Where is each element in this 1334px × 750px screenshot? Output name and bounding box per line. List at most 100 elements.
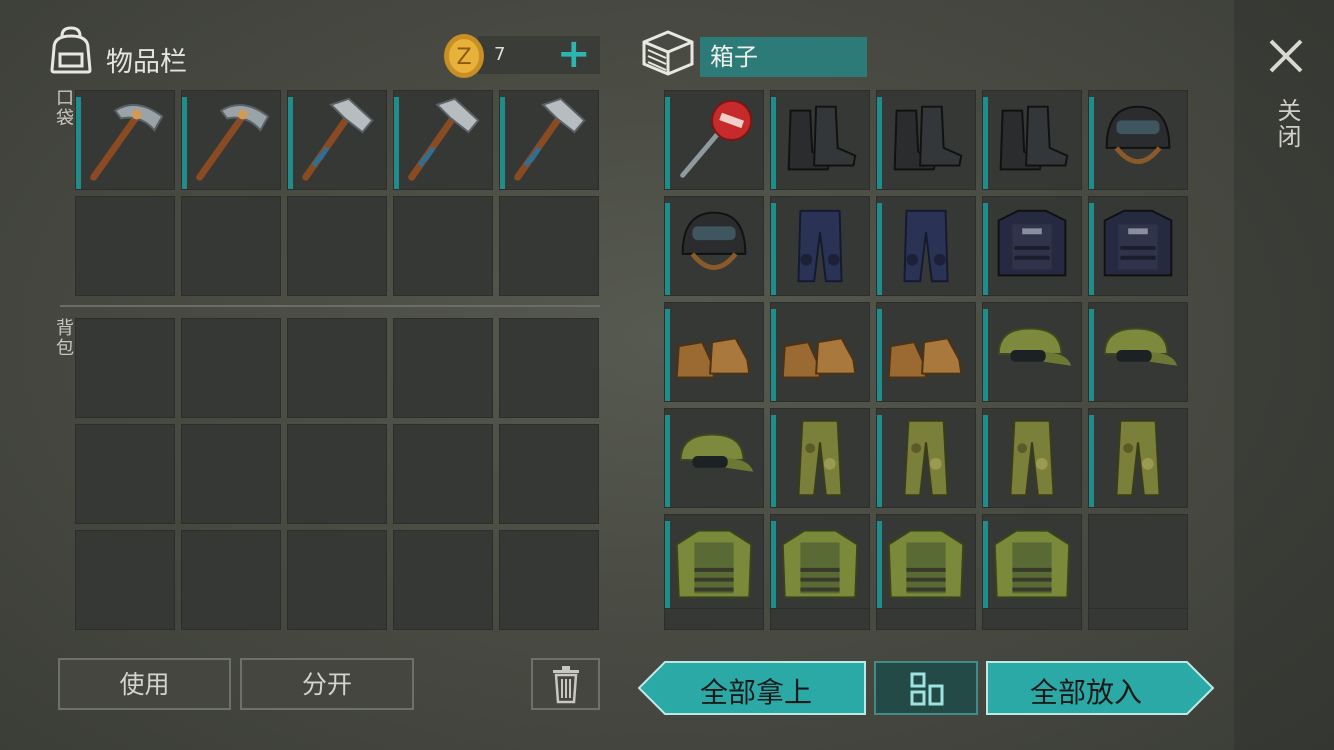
inventory-slot[interactable] (770, 608, 870, 630)
inventory-slot[interactable] (287, 424, 387, 524)
inventory-slot[interactable] (876, 90, 976, 190)
inventory-slot[interactable] (393, 530, 493, 630)
close-label[interactable]: 关闭 (1270, 98, 1305, 150)
inventory-slot[interactable] (75, 424, 175, 524)
tan-boots-icon (675, 337, 751, 379)
inventory-title: 物品栏 (106, 47, 187, 78)
section-divider (60, 305, 600, 307)
box-title: 箱子 (700, 37, 867, 77)
inventory-slot[interactable] (1088, 90, 1188, 190)
inventory-slot[interactable] (664, 408, 764, 508)
inventory-slot[interactable] (287, 318, 387, 418)
inventory-slot[interactable] (770, 196, 870, 296)
inventory-slot[interactable] (664, 196, 764, 296)
inventory-slot[interactable] (499, 424, 599, 524)
inventory-slot[interactable] (75, 318, 175, 418)
inventory-slot[interactable] (664, 302, 764, 402)
pickaxe-icon (90, 104, 164, 181)
inventory-slot[interactable] (287, 530, 387, 630)
police-pants-icon (797, 209, 843, 283)
inventory-slot[interactable] (664, 514, 764, 614)
inventory-slot[interactable] (499, 318, 599, 418)
police-vest-icon (997, 209, 1067, 277)
hammer-icon (302, 97, 374, 181)
inventory-slot[interactable] (181, 90, 281, 190)
inventory-slot[interactable] (982, 302, 1082, 402)
black-boots-icon (893, 105, 963, 171)
stop-sign-icon (680, 99, 753, 178)
inventory-slot[interactable] (664, 90, 764, 190)
pickaxe-icon (196, 104, 270, 181)
box-icon (642, 30, 694, 76)
inventory-slot[interactable] (181, 196, 281, 296)
inventory-slot[interactable] (181, 530, 281, 630)
backpack-grid (75, 318, 599, 630)
camo-pants-icon (1115, 419, 1161, 497)
hammer-icon (514, 97, 586, 181)
inventory-slot[interactable] (1088, 514, 1188, 614)
inventory-slot[interactable] (1088, 408, 1188, 508)
inventory-slot[interactable] (287, 196, 387, 296)
inventory-slot[interactable] (393, 90, 493, 190)
inventory-slot[interactable] (499, 90, 599, 190)
black-helmet-icon (1105, 105, 1171, 164)
inventory-slot[interactable] (876, 196, 976, 296)
camo-jacket-icon (887, 529, 965, 599)
police-vest-icon (1103, 209, 1173, 277)
split-button[interactable]: 分开 (240, 658, 414, 710)
coin-icon: Z (444, 34, 484, 78)
inventory-slot[interactable] (181, 424, 281, 524)
inventory-slot[interactable] (770, 302, 870, 402)
pocket-grid (75, 90, 599, 296)
tan-boots-icon (781, 337, 857, 379)
inventory-slot[interactable] (876, 408, 976, 508)
black-boots-icon (787, 105, 857, 171)
inventory-slot[interactable] (876, 514, 976, 614)
inventory-slot[interactable] (876, 608, 976, 630)
hammer-icon (408, 97, 480, 181)
inventory-slot[interactable] (1088, 196, 1188, 296)
inventory-slot[interactable] (770, 90, 870, 190)
camo-pants-icon (903, 419, 949, 497)
svg-text:Z: Z (456, 45, 471, 70)
inventory-slot[interactable] (393, 424, 493, 524)
backpack-icon (50, 26, 92, 74)
tan-boots-icon (887, 337, 963, 379)
inventory-slot[interactable] (982, 196, 1082, 296)
camo-cap-icon (997, 327, 1072, 366)
trash-button[interactable] (531, 658, 600, 710)
inventory-slot[interactable] (770, 514, 870, 614)
backpack-label: 背包 (53, 318, 74, 358)
inventory-slot[interactable] (876, 302, 976, 402)
inventory-slot[interactable] (499, 530, 599, 630)
inventory-slot[interactable] (1088, 302, 1188, 402)
close-icon[interactable] (1268, 38, 1304, 74)
camo-pants-icon (1009, 419, 1055, 497)
coin-count: 7 (494, 44, 506, 65)
inventory-slot[interactable] (982, 514, 1082, 614)
inventory-slot[interactable] (393, 318, 493, 418)
inventory-slot[interactable] (1088, 608, 1188, 630)
use-button[interactable]: 使用 (58, 658, 231, 710)
inventory-slot[interactable] (287, 90, 387, 190)
inventory-slot[interactable] (770, 408, 870, 508)
inventory-slot[interactable] (393, 196, 493, 296)
sort-button[interactable] (874, 661, 978, 715)
inventory-slot[interactable] (75, 196, 175, 296)
add-coins-button[interactable]: + (557, 32, 591, 76)
inventory-slot[interactable] (664, 608, 764, 630)
inventory-slot[interactable] (982, 608, 1082, 630)
grid-sort-icon (910, 672, 944, 706)
camo-cap-icon (679, 433, 754, 472)
inventory-slot[interactable] (499, 196, 599, 296)
pocket-label: 口袋 (53, 88, 74, 128)
inventory-slot[interactable] (75, 90, 175, 190)
inventory-slot[interactable] (982, 90, 1082, 190)
inventory-slot[interactable] (982, 408, 1082, 508)
black-boots-icon (999, 105, 1069, 171)
inventory-slot[interactable] (75, 530, 175, 630)
inventory-slot[interactable] (181, 318, 281, 418)
camo-jacket-icon (993, 529, 1071, 599)
box-grid-next-row (664, 608, 1188, 630)
camo-pants-icon (797, 419, 843, 497)
